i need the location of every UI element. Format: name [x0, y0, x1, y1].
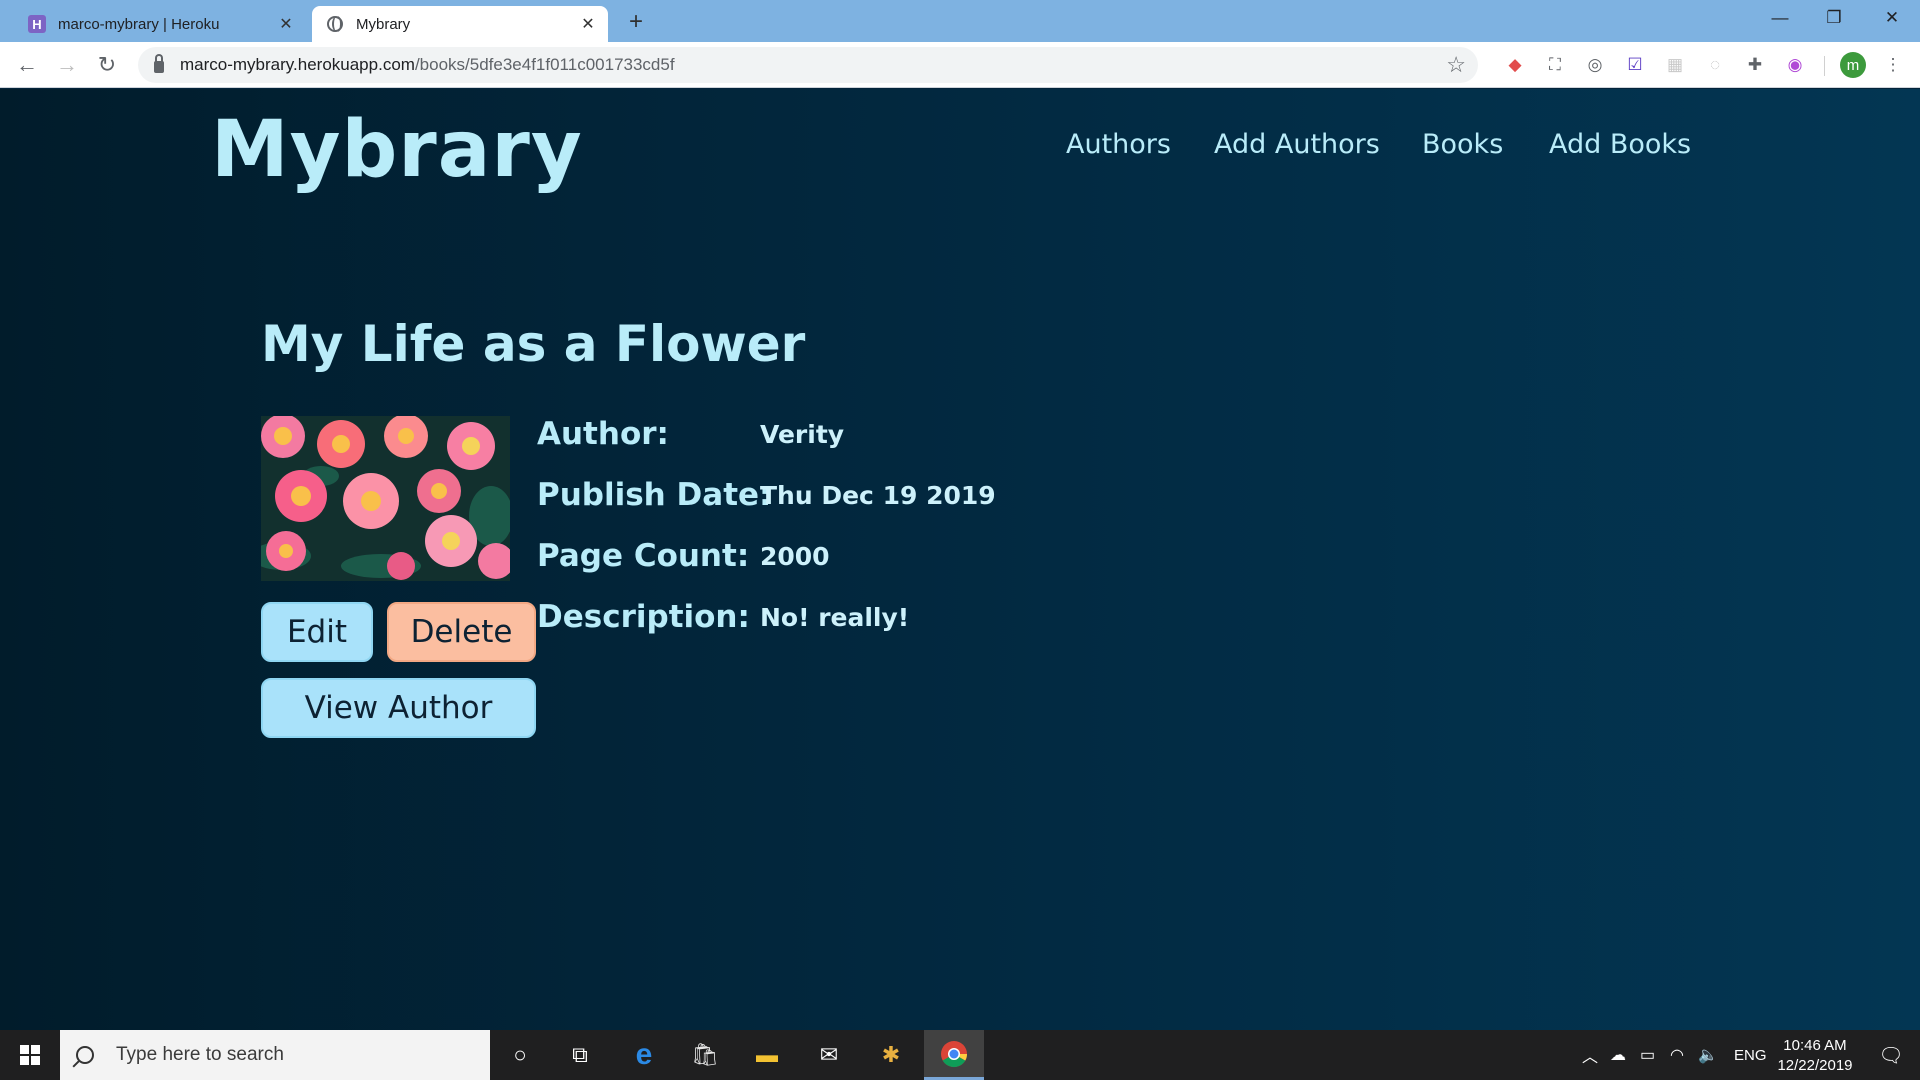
delete-button[interactable]: Delete [387, 602, 536, 662]
page-title: My Life as a Flower [261, 315, 806, 373]
mail-icon[interactable]: ✉ [799, 1030, 859, 1080]
page-count-label: Page Count: [537, 538, 750, 574]
tab-heroku[interactable]: H marco-mybrary | Heroku ✕ [14, 6, 306, 42]
start-button[interactable] [0, 1030, 60, 1080]
page-count-value: 2000 [760, 542, 830, 571]
checkbox-extension-icon[interactable]: ☑ [1622, 52, 1648, 78]
edit-button[interactable]: Edit [261, 602, 373, 662]
page-content: Mybrary Authors Add Authors Books Add Bo… [0, 89, 1920, 1030]
tab-mybrary[interactable]: Mybrary ✕ [312, 6, 608, 42]
tab-title: marco-mybrary | Heroku [58, 15, 220, 33]
chrome-icon[interactable] [924, 1030, 984, 1080]
browser-tab-strip: H marco-mybrary | Heroku ✕ Mybrary ✕ + —… [0, 0, 1920, 42]
site-logo[interactable]: Mybrary [211, 105, 583, 195]
view-author-button[interactable]: View Author [261, 678, 536, 738]
chrome-logo [941, 1040, 968, 1067]
forward-icon[interactable]: → [52, 50, 82, 80]
extension-icon[interactable]: ◆ [1502, 52, 1528, 78]
publish-date-label: Publish Date: [537, 477, 772, 513]
store-icon[interactable]: 🛍 [675, 1030, 735, 1080]
url-text[interactable]: marco-mybrary.herokuapp.com/books/5dfe3e… [180, 55, 675, 75]
windows-taskbar: Type here to search ○ ⧉ e 🛍 ▬ ✉ ✱ ︿ ☁ ▭ … [0, 1030, 1920, 1080]
book-cover-image [261, 416, 510, 581]
nav-authors[interactable]: Authors [1066, 129, 1171, 160]
new-tab-button[interactable]: + [622, 8, 650, 36]
wifi-icon[interactable]: ◠ [1670, 1030, 1684, 1080]
restore-icon[interactable]: ❐ [1806, 0, 1862, 36]
extension-icon[interactable]: ◎ [1582, 52, 1608, 78]
clock-time: 10:46 AM [1783, 1037, 1847, 1054]
onedrive-icon[interactable]: ☁ [1610, 1030, 1626, 1080]
extension-icon[interactable]: ◌ [1702, 52, 1728, 78]
address-bar[interactable]: marco-mybrary.herokuapp.com/books/5dfe3e… [138, 47, 1478, 83]
nav-add-authors[interactable]: Add Authors [1214, 129, 1380, 160]
heroku-icon: H [28, 15, 46, 33]
browser-toolbar: ← → ↻ marco-mybrary.herokuapp.com/books/… [0, 42, 1920, 88]
file-explorer-icon[interactable]: ▬ [737, 1030, 797, 1080]
close-window-icon[interactable]: ✕ [1864, 0, 1920, 36]
show-hidden-icons-icon[interactable]: ︿ [1582, 1030, 1598, 1080]
screenshot-extension-icon[interactable]: ⛶ [1542, 52, 1568, 78]
back-icon[interactable]: ← [12, 50, 42, 80]
windows-logo-icon [20, 1045, 40, 1065]
cortana-icon[interactable]: ○ [490, 1030, 550, 1080]
language-indicator[interactable]: ENG [1734, 1030, 1767, 1080]
publish-date-value: Thu Dec 19 2019 [760, 481, 996, 510]
minimize-icon[interactable]: — [1752, 0, 1808, 36]
broadcast-extension-icon[interactable]: ◉ [1782, 52, 1808, 78]
battery-icon[interactable]: ▭ [1640, 1030, 1655, 1080]
clock[interactable]: 10:46 AM 12/22/2019 [1770, 1036, 1860, 1076]
close-tab-icon[interactable]: ✕ [578, 14, 598, 34]
bookmark-star-icon[interactable]: ☆ [1446, 52, 1466, 78]
author-label: Author: [537, 416, 669, 452]
flower-cover-image [261, 416, 510, 581]
menu-kebab-icon[interactable]: ⋮ [1880, 52, 1906, 78]
lock-icon [154, 54, 164, 73]
edge-browser-icon[interactable]: e [614, 1030, 674, 1080]
tab-title: Mybrary [356, 15, 411, 33]
author-value: Verity [760, 420, 845, 449]
volume-icon[interactable]: 🔈 [1698, 1030, 1718, 1080]
close-tab-icon[interactable]: ✕ [276, 14, 296, 34]
puzzle-icon[interactable]: ✚ [1742, 52, 1768, 78]
description-value: No! really! [760, 603, 910, 632]
notification-center-icon[interactable]: 🗨 [1862, 1030, 1920, 1080]
toolbar-divider [1824, 56, 1825, 76]
reload-icon[interactable]: ↻ [92, 50, 122, 80]
nav-add-books[interactable]: Add Books [1549, 129, 1691, 160]
globe-icon [326, 15, 344, 33]
clock-date: 12/22/2019 [1777, 1057, 1853, 1074]
search-placeholder: Type here to search [116, 1044, 284, 1065]
extension-icon[interactable]: ▦ [1662, 52, 1688, 78]
search-icon [76, 1046, 94, 1064]
slack-icon[interactable]: ✱ [861, 1030, 921, 1080]
nav-books[interactable]: Books [1422, 129, 1503, 160]
profile-avatar[interactable]: m [1840, 52, 1866, 78]
taskbar-search-input[interactable]: Type here to search [60, 1030, 490, 1080]
description-label: Description: [537, 599, 750, 635]
task-view-icon[interactable]: ⧉ [550, 1030, 610, 1080]
